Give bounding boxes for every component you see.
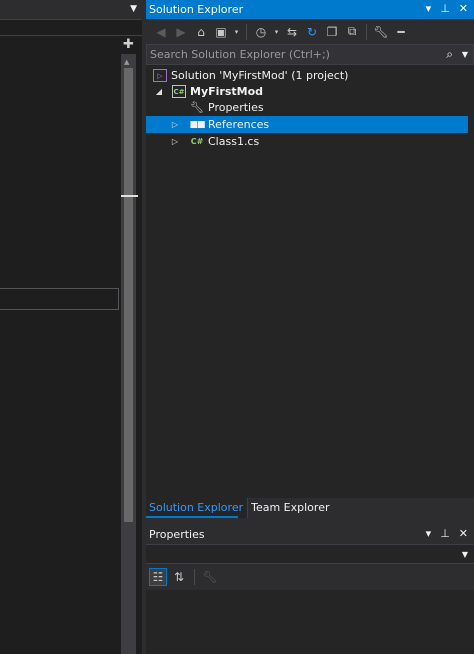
tree-item-properties[interactable]: 🔧︎ Properties bbox=[146, 99, 468, 116]
editor-text-area[interactable] bbox=[0, 36, 121, 654]
close-icon[interactable]: ✕ bbox=[459, 527, 468, 541]
tree-item-references[interactable]: ▷ ■■ References bbox=[146, 116, 468, 133]
expand-arrow-icon[interactable]: ▷ bbox=[170, 137, 180, 146]
toolbar-separator bbox=[246, 23, 247, 40]
tree-item-label: Class1.cs bbox=[208, 135, 260, 148]
solution-explorer-toolbar: ◀ ▶ ⌂ ▣ ▾ ◷ ▾ ⇆ ↻ ❐ ⧉ 🔧︎ ━ bbox=[146, 19, 474, 44]
tree-item-label: MyFirstMod bbox=[190, 85, 264, 98]
tree-item-solution[interactable]: ▷ Solution 'MyFirstMod' (1 project) bbox=[146, 67, 468, 84]
editor-tab-strip: ▼ bbox=[0, 0, 142, 19]
show-all-files-icon[interactable]: ⧉ bbox=[343, 23, 361, 41]
refresh-icon[interactable]: ↻ bbox=[303, 23, 321, 41]
caret-position-marker bbox=[121, 195, 138, 197]
window-position-dropdown-icon[interactable]: ▾ bbox=[426, 2, 432, 16]
tab-list-dropdown-icon[interactable]: ▼ bbox=[130, 4, 137, 14]
expand-arrow-icon[interactable]: ▷ bbox=[170, 120, 180, 129]
tree-item-label: Properties bbox=[208, 101, 264, 114]
tree-item-label: Solution 'MyFirstMod' (1 project) bbox=[171, 69, 349, 82]
properties-icon[interactable]: 🔧︎ bbox=[372, 23, 390, 41]
search-solution-explorer-input[interactable]: Search Solution Explorer (Ctrl+;) ⌕ ▼ bbox=[146, 44, 474, 65]
home-icon[interactable]: ⌂ bbox=[192, 23, 210, 41]
window-controls: ▾ ⊥ ✕ bbox=[426, 2, 468, 16]
forward-icon[interactable]: ▶ bbox=[172, 23, 190, 41]
property-pages-icon[interactable]: 🔧︎ bbox=[201, 568, 219, 586]
csharp-file-icon: C# bbox=[190, 137, 204, 146]
code-editor: ▼ ✚ ▲ bbox=[0, 0, 142, 654]
sync-icon[interactable]: ⇆ bbox=[283, 23, 301, 41]
csharp-project-icon: C# bbox=[172, 85, 186, 98]
auto-hide-pin-icon[interactable]: ⊥ bbox=[440, 2, 450, 16]
tree-item-class1[interactable]: ▷ C# Class1.cs bbox=[146, 133, 468, 150]
collapse-arrow-icon[interactable]: ◢ bbox=[154, 87, 164, 96]
categorized-icon[interactable]: ☷ bbox=[149, 568, 167, 586]
search-placeholder: Search Solution Explorer (Ctrl+;) bbox=[150, 48, 330, 61]
close-icon[interactable]: ✕ bbox=[459, 2, 468, 16]
editor-highlight-box bbox=[0, 288, 119, 310]
wrench-icon: 🔧︎ bbox=[190, 101, 204, 114]
collapse-all-icon[interactable]: ❐ bbox=[323, 23, 341, 41]
properties-panel: Properties ▾ ⊥ ✕ ▼ ☷ ⇅ 🔧︎ bbox=[146, 524, 474, 654]
switch-views-dropdown-icon[interactable]: ▾ bbox=[232, 23, 241, 41]
pending-changes-filter-icon[interactable]: ◷ bbox=[252, 23, 270, 41]
search-icon[interactable]: ⌕ bbox=[446, 47, 453, 62]
window-position-dropdown-icon[interactable]: ▾ bbox=[426, 527, 432, 541]
split-window-icon[interactable]: ✚ bbox=[121, 38, 136, 53]
properties-toolbar: ☷ ⇅ 🔧︎ bbox=[146, 564, 474, 590]
properties-title-bar[interactable]: Properties ▾ ⊥ ✕ bbox=[146, 524, 474, 544]
editor-vertical-scrollbar[interactable]: ▲ bbox=[121, 54, 138, 654]
solution-explorer-panel: Solution Explorer ▾ ⊥ ✕ ◀ ▶ ⌂ ▣ ▾ ◷ ▾ ⇆ … bbox=[146, 0, 474, 518]
window-controls: ▾ ⊥ ✕ bbox=[426, 527, 468, 541]
filter-dropdown-icon[interactable]: ▾ bbox=[272, 23, 281, 41]
chevron-down-icon[interactable]: ▼ bbox=[462, 550, 468, 559]
toolbar-separator bbox=[366, 23, 367, 40]
solution-icon: ▷ bbox=[153, 69, 167, 82]
object-selector-dropdown[interactable]: ▼ bbox=[146, 544, 474, 564]
tab-team-explorer[interactable]: Team Explorer bbox=[248, 498, 333, 518]
back-icon[interactable]: ◀ bbox=[152, 23, 170, 41]
editor-navigation-bar[interactable] bbox=[0, 19, 142, 36]
auto-hide-pin-icon[interactable]: ⊥ bbox=[440, 527, 450, 541]
search-options-dropdown-icon[interactable]: ▼ bbox=[462, 50, 468, 59]
toolbar-separator bbox=[194, 569, 195, 585]
switch-views-icon[interactable]: ▣ bbox=[212, 23, 230, 41]
scrollbar-thumb[interactable] bbox=[124, 68, 133, 522]
tree-item-project[interactable]: ◢ C# MyFirstMod bbox=[146, 83, 468, 100]
scroll-up-icon[interactable]: ▲ bbox=[124, 58, 129, 66]
tree-item-label: References bbox=[208, 118, 270, 131]
tab-solution-explorer[interactable]: Solution Explorer bbox=[146, 498, 249, 518]
preview-icon[interactable]: ━ bbox=[392, 23, 410, 41]
solution-explorer-title: Solution Explorer bbox=[149, 3, 244, 16]
references-icon: ■■ bbox=[189, 119, 206, 130]
property-grid bbox=[146, 590, 474, 654]
alphabetical-icon[interactable]: ⇅ bbox=[170, 568, 188, 586]
solution-explorer-title-bar[interactable]: Solution Explorer ▾ ⊥ ✕ bbox=[146, 0, 474, 19]
properties-title: Properties bbox=[149, 528, 205, 541]
explorer-tab-strip: Solution Explorer Team Explorer bbox=[146, 498, 474, 518]
